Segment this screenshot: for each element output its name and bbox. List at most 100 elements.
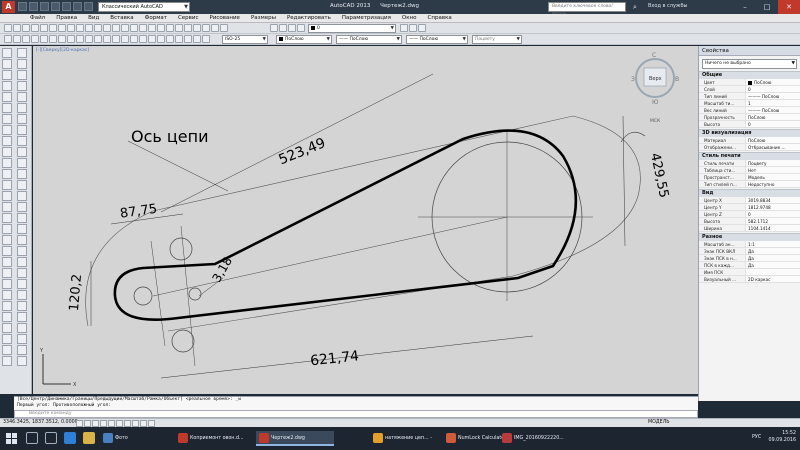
property-row[interactable]: Цвет ПоСлою xyxy=(699,79,800,86)
join-icon[interactable] xyxy=(17,180,27,190)
task-view-icon[interactable] xyxy=(45,432,57,444)
tool-icon[interactable] xyxy=(2,268,12,278)
property-value[interactable]: 1:1 xyxy=(745,241,800,247)
taskbar-task-browser[interactable]: натяжение цеп... - xyxy=(370,431,442,446)
osnap-icon[interactable] xyxy=(108,420,115,427)
property-row[interactable]: Тип линий ——— ПоСлою xyxy=(699,93,800,100)
tool-icon[interactable] xyxy=(2,323,12,333)
mirror-icon[interactable] xyxy=(17,70,27,80)
compass-south[interactable]: Ю xyxy=(652,99,659,106)
ellipse-icon[interactable] xyxy=(2,147,12,157)
break-icon[interactable] xyxy=(17,169,27,179)
tool-icon[interactable] xyxy=(121,24,129,32)
tool-icon[interactable] xyxy=(418,24,426,32)
point-icon[interactable] xyxy=(2,191,12,201)
tool-icon[interactable] xyxy=(40,35,48,43)
property-value[interactable]: ПоСлою xyxy=(745,79,800,85)
stretch-icon[interactable] xyxy=(17,136,27,146)
tool-icon[interactable] xyxy=(130,35,138,43)
menu-modify[interactable]: Редактировать xyxy=(287,14,331,22)
tool-icon[interactable] xyxy=(2,312,12,322)
gradient-icon[interactable] xyxy=(2,213,12,223)
property-row[interactable]: Пространст... Модель xyxy=(699,174,800,181)
taskbar-task-drawing[interactable]: Чертеж2.dwg xyxy=(256,431,334,446)
copy-icon[interactable] xyxy=(17,59,27,69)
language-indicator[interactable]: РУС xyxy=(752,435,761,440)
property-value[interactable]: Поцвету xyxy=(745,160,800,166)
tool-icon[interactable] xyxy=(202,35,210,43)
dyn-icon[interactable] xyxy=(132,420,139,427)
otrack-icon[interactable] xyxy=(116,420,123,427)
tool-icon[interactable] xyxy=(17,279,27,289)
polyline-icon[interactable] xyxy=(2,70,12,80)
lineweight-icon[interactable] xyxy=(140,420,147,427)
tool-icon[interactable] xyxy=(193,24,201,32)
tool-icon[interactable] xyxy=(202,24,210,32)
text-icon[interactable] xyxy=(2,246,12,256)
section-view[interactable]: Вид xyxy=(699,189,800,197)
property-row[interactable]: Знак ПСК в н... Да xyxy=(699,255,800,262)
tool-icon[interactable] xyxy=(22,35,30,43)
property-row[interactable]: Имя ПСК xyxy=(699,269,800,276)
property-row[interactable]: Слой 0 xyxy=(699,86,800,93)
tool-icon[interactable] xyxy=(175,24,183,32)
menu-parametric[interactable]: Параметризация xyxy=(342,14,391,22)
taskbar-task-acad-1[interactable]: Коприемонт овон.d... xyxy=(175,431,253,446)
model-space-button[interactable]: МОДЕЛЬ xyxy=(648,420,670,425)
layer-select[interactable]: 0 ▼ xyxy=(308,24,396,33)
property-row[interactable]: Знак ПСК ВКЛ Да xyxy=(699,248,800,255)
tool-icon[interactable] xyxy=(4,35,12,43)
sun-icon[interactable] xyxy=(288,24,296,32)
taskbar-task-photos[interactable]: Фото xyxy=(100,431,170,446)
minimize-icon[interactable]: – xyxy=(734,0,756,14)
tool-icon[interactable] xyxy=(211,24,219,32)
property-row[interactable]: Высота 0 xyxy=(699,121,800,128)
property-value[interactable]: Да xyxy=(745,248,800,254)
tool-icon[interactable] xyxy=(94,24,102,32)
menu-format[interactable]: Формат xyxy=(145,14,167,22)
section-3d-visualization[interactable]: 3D визуализация xyxy=(699,129,800,137)
line-icon[interactable] xyxy=(2,48,12,58)
tool-icon[interactable] xyxy=(76,24,84,32)
tool-icon[interactable] xyxy=(17,345,27,355)
tool-icon[interactable] xyxy=(2,345,12,355)
tool-icon[interactable] xyxy=(139,35,147,43)
compass-east[interactable]: В xyxy=(675,76,679,83)
menu-insert[interactable]: Вставка xyxy=(110,14,133,22)
tool-icon[interactable] xyxy=(157,35,165,43)
tool-icon[interactable] xyxy=(17,235,27,245)
redo-icon[interactable] xyxy=(84,2,93,11)
tool-icon[interactable] xyxy=(2,257,12,267)
compass-west[interactable]: З xyxy=(631,76,635,83)
property-row[interactable]: Центр Y 1812.9748 xyxy=(699,204,800,211)
snap-icon[interactable] xyxy=(76,420,83,427)
hatch-icon[interactable] xyxy=(2,202,12,212)
tool-icon[interactable] xyxy=(121,35,129,43)
property-value[interactable]: ПоСлою xyxy=(745,137,800,143)
property-value[interactable]: 582.1712 xyxy=(745,218,800,224)
tool-icon[interactable] xyxy=(112,24,120,32)
tool-icon[interactable] xyxy=(130,24,138,32)
ducs-icon[interactable] xyxy=(124,420,131,427)
property-row[interactable]: Вес линий ——— ПоСлою xyxy=(699,107,800,114)
extend-icon[interactable] xyxy=(17,158,27,168)
tool-icon[interactable] xyxy=(76,35,84,43)
search-icon[interactable] xyxy=(26,432,38,444)
property-value[interactable]: 1812.9748 xyxy=(745,204,800,210)
arc-icon[interactable] xyxy=(2,103,12,113)
make-block-icon[interactable] xyxy=(2,180,12,190)
tool-icon[interactable] xyxy=(17,268,27,278)
transparency-icon[interactable] xyxy=(148,420,155,427)
spline-icon[interactable] xyxy=(2,136,12,146)
tool-icon[interactable] xyxy=(4,24,12,32)
taskbar-task-image[interactable]: IMG_20160922220... xyxy=(499,431,574,446)
tool-icon[interactable] xyxy=(193,35,201,43)
property-row[interactable]: Центр Z 0 xyxy=(699,211,800,218)
drawing-canvas[interactable]: [-][Сверху][2D-каркас] Ось цепи 523,49 4… xyxy=(33,46,698,394)
search-input[interactable]: Введите ключевое слово/фразу xyxy=(548,2,626,17)
property-value[interactable]: 0 xyxy=(745,121,800,127)
tool-icon[interactable] xyxy=(67,35,75,43)
lineweight-select[interactable]: —— ПоСлою ▼ xyxy=(406,35,468,44)
open-icon[interactable] xyxy=(29,2,38,11)
dimstyle-select[interactable]: ISO-25 ▼ xyxy=(222,35,268,44)
